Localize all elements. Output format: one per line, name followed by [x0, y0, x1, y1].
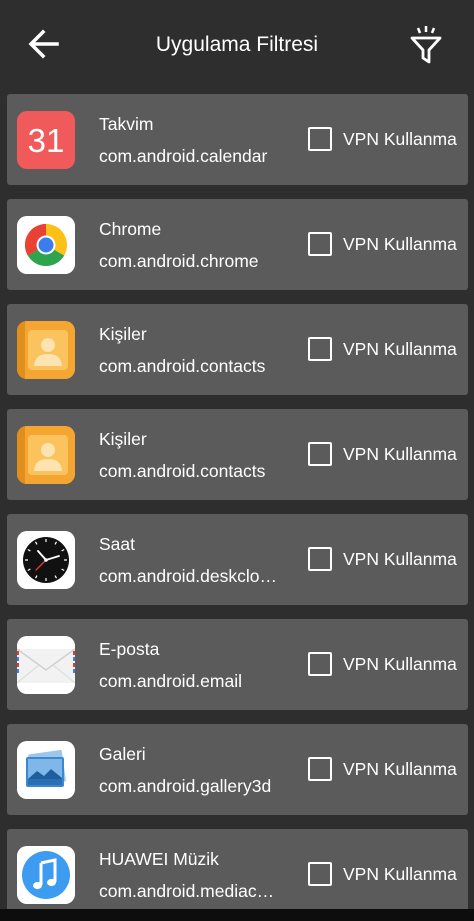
vpn-exclude-label: VPN Kullanma: [343, 863, 457, 884]
contacts-icon: [17, 426, 75, 484]
vpn-exclude-label: VPN Kullanma: [343, 758, 457, 779]
page-title: Uygulama Filtresi: [155, 33, 319, 56]
app-name: Chrome: [99, 219, 162, 239]
vpn-exclude-checkbox[interactable]: [308, 127, 332, 151]
list-item[interactable]: E-posta com.android.email VPN Kullanma: [7, 619, 468, 710]
list-item[interactable]: Kişiler com.android.contacts VPN Kullanm…: [7, 409, 468, 500]
vpn-exclude-label: VPN Kullanma: [343, 653, 457, 674]
vpn-exclude-toggle[interactable]: VPN Kullanma: [308, 227, 457, 261]
chrome-icon: [17, 216, 75, 274]
app-name: Takvim: [99, 114, 154, 134]
app-package: com.android.contacts: [99, 461, 266, 481]
list-item[interactable]: Saat com.android.deskclo… VPN Kullanma: [7, 514, 468, 605]
gallery-icon: [17, 741, 75, 799]
filter-button[interactable]: [406, 22, 446, 68]
vpn-exclude-checkbox[interactable]: [308, 757, 332, 781]
music-icon: [17, 846, 75, 904]
list-item[interactable]: HUAWEI Müzik com.android.mediac… VPN Kul…: [7, 829, 468, 920]
app-name: Galeri: [99, 744, 146, 764]
vpn-exclude-checkbox[interactable]: [308, 337, 332, 361]
app-filter-screen: Uygulama Filtresi 31 Takvim com.android.…: [0, 0, 474, 921]
app-package: com.android.gallery3d: [99, 776, 272, 796]
app-name: Kişiler: [99, 429, 147, 449]
contacts-icon: [17, 321, 75, 379]
app-list: 31 Takvim com.android.calendar VPN Kulla…: [7, 94, 468, 921]
app-name: HUAWEI Müzik: [99, 849, 219, 869]
app-package: com.android.chrome: [99, 251, 259, 271]
filter-icon: [410, 26, 442, 64]
vpn-exclude-checkbox[interactable]: [308, 232, 332, 256]
vpn-exclude-toggle[interactable]: VPN Kullanma: [308, 437, 457, 471]
app-package: com.android.email: [99, 671, 242, 691]
app-name: Saat: [99, 534, 135, 554]
vpn-exclude-label: VPN Kullanma: [343, 128, 457, 149]
app-package: com.android.calendar: [99, 146, 268, 166]
email-icon: [17, 636, 75, 694]
vpn-exclude-toggle[interactable]: VPN Kullanma: [308, 332, 457, 366]
app-name: Kişiler: [99, 324, 147, 344]
back-button[interactable]: [22, 22, 66, 66]
app-name: E-posta: [99, 639, 160, 659]
list-item[interactable]: Kişiler com.android.contacts VPN Kullanm…: [7, 304, 468, 395]
calendar-icon: 31: [17, 111, 75, 169]
vpn-exclude-checkbox[interactable]: [308, 862, 332, 886]
vpn-exclude-checkbox[interactable]: [308, 652, 332, 676]
vpn-exclude-label: VPN Kullanma: [343, 233, 457, 254]
app-package: com.android.deskclo…: [99, 566, 277, 586]
clock-icon: [17, 531, 75, 589]
app-package: com.android.mediac…: [99, 881, 275, 901]
list-item[interactable]: 31 Takvim com.android.calendar VPN Kulla…: [7, 94, 468, 185]
vpn-exclude-toggle[interactable]: VPN Kullanma: [308, 542, 457, 576]
vpn-exclude-label: VPN Kullanma: [343, 443, 457, 464]
vpn-exclude-toggle[interactable]: VPN Kullanma: [308, 122, 457, 156]
calendar-icon-date: 31: [28, 122, 65, 159]
toolbar: Uygulama Filtresi: [0, 0, 474, 90]
vpn-exclude-checkbox[interactable]: [308, 442, 332, 466]
vpn-exclude-toggle[interactable]: VPN Kullanma: [308, 647, 457, 681]
list-item[interactable]: Galeri com.android.gallery3d VPN Kullanm…: [7, 724, 468, 815]
vpn-exclude-label: VPN Kullanma: [343, 548, 457, 569]
arrow-left-icon: [28, 29, 59, 59]
navigation-bar: [0, 909, 474, 921]
vpn-exclude-toggle[interactable]: VPN Kullanma: [308, 857, 457, 891]
vpn-exclude-toggle[interactable]: VPN Kullanma: [308, 752, 457, 786]
vpn-exclude-label: VPN Kullanma: [343, 338, 457, 359]
list-item[interactable]: Chrome com.android.chrome VPN Kullanma: [7, 199, 468, 290]
app-package: com.android.contacts: [99, 356, 266, 376]
vpn-exclude-checkbox[interactable]: [308, 547, 332, 571]
